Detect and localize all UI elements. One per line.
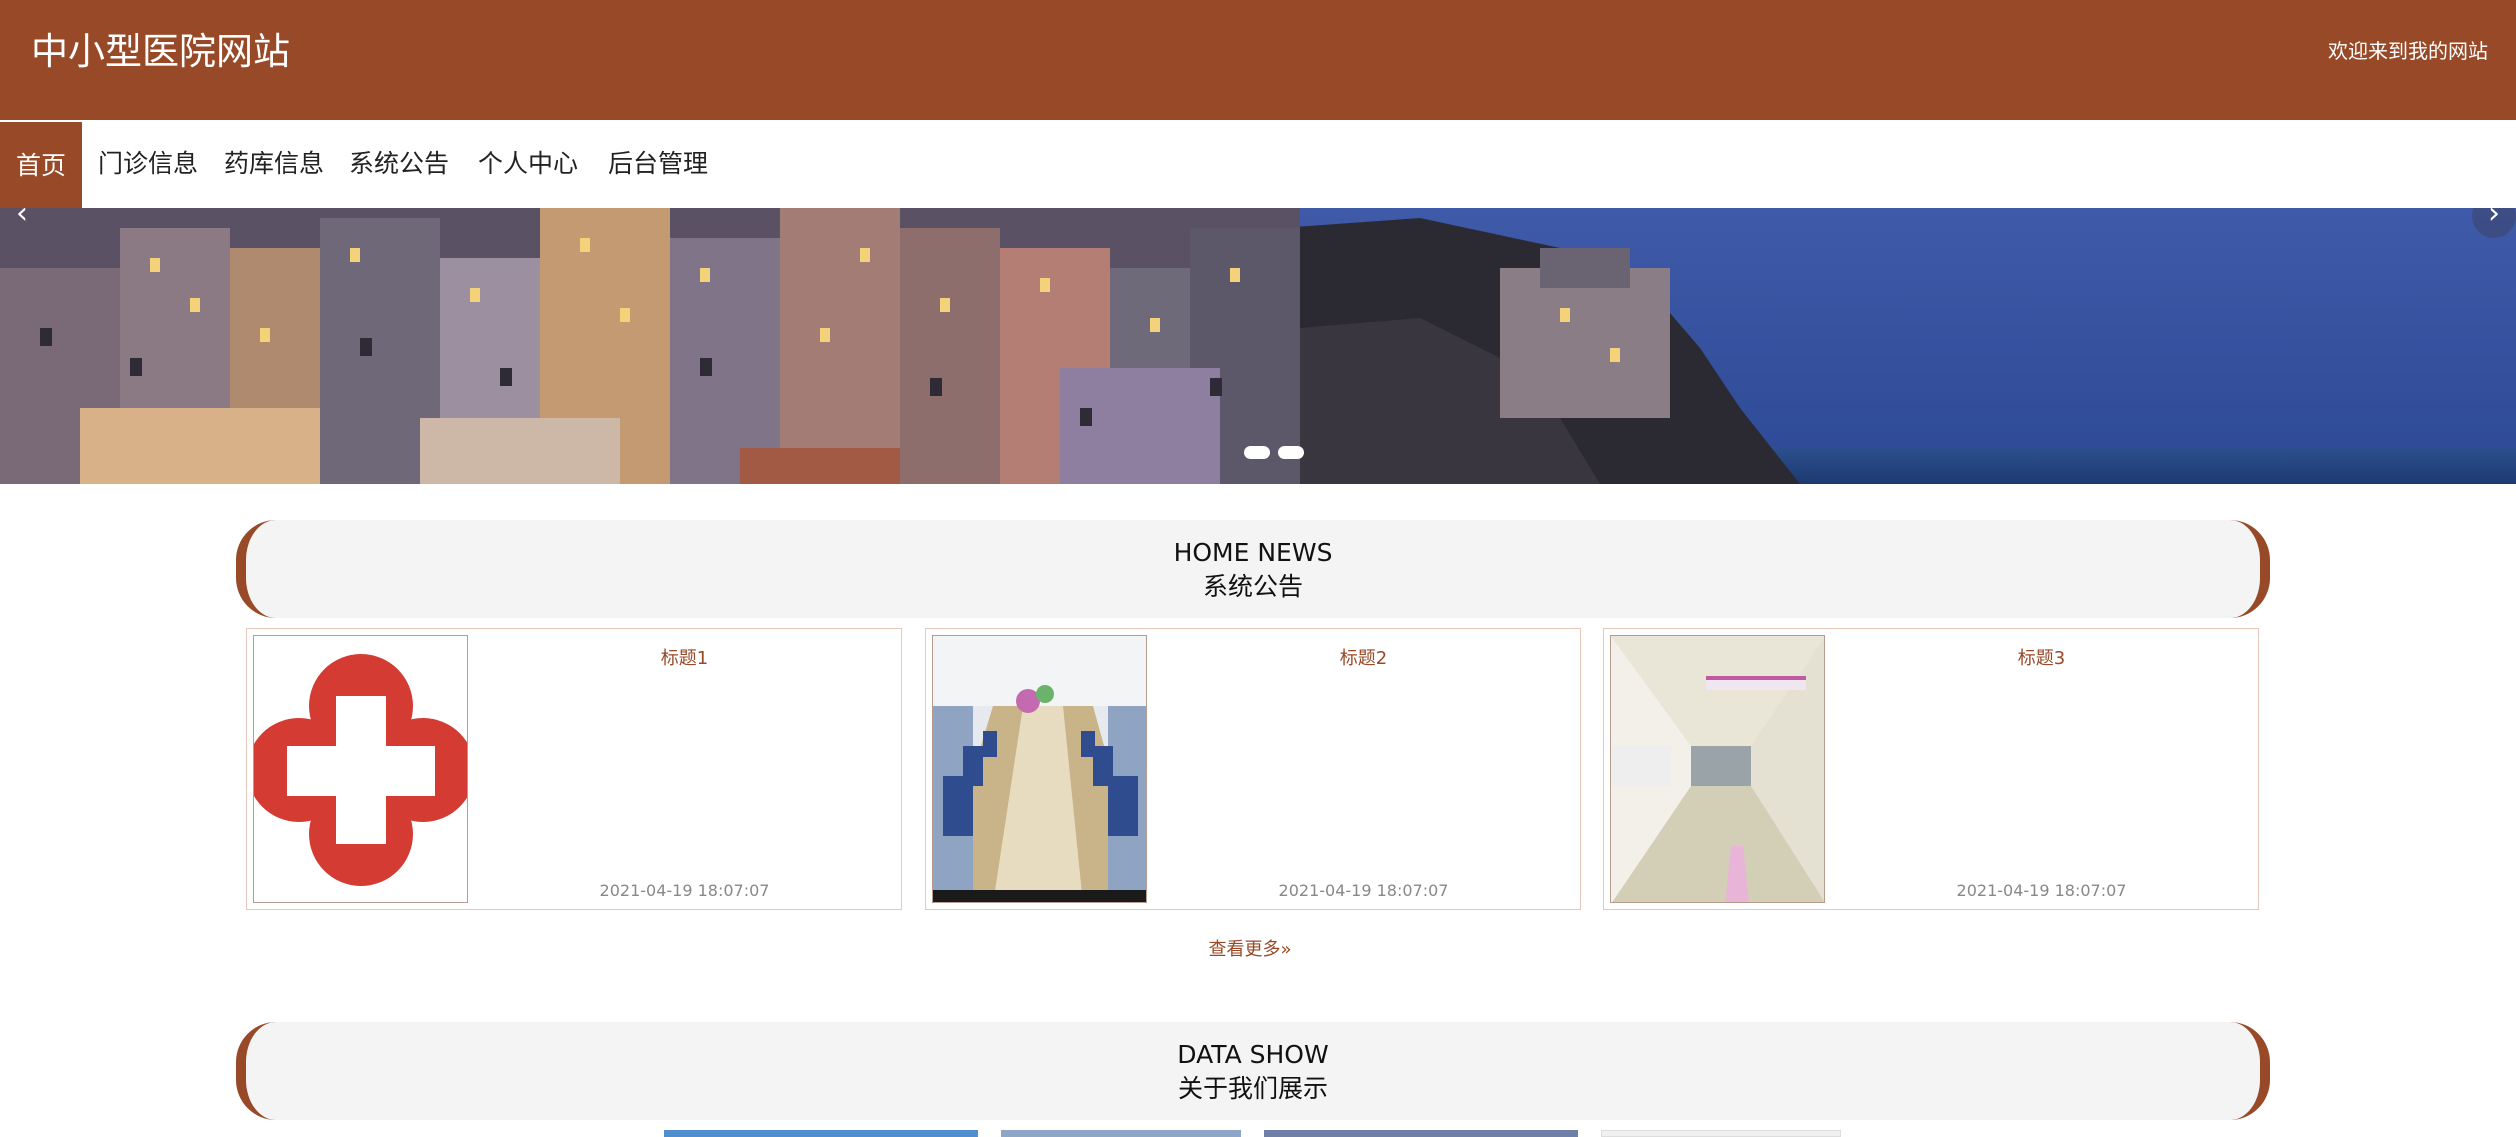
main-nav: 首页 门诊信息 药库信息 系统公告 个人中心 后台管理 [0, 120, 2516, 208]
news-card-title[interactable]: 标题1 [468, 644, 901, 670]
more-news-label: 查看更多 [1208, 939, 1281, 960]
double-chevron-right-icon: » [1280, 939, 1292, 960]
nav-item-personal-center[interactable]: 个人中心 [474, 120, 582, 208]
data-show-image[interactable] [1264, 1130, 1578, 1137]
nav-item-announcements[interactable]: 系统公告 [347, 120, 451, 208]
banner-image [0, 208, 2516, 484]
data-show-title-cn: 关于我们展示 [1177, 1074, 1328, 1103]
data-show-section-header: DATA SHOW 关于我们展示 [236, 1022, 2270, 1120]
news-card-title[interactable]: 标题2 [1147, 644, 1580, 670]
data-show-image[interactable] [1001, 1130, 1241, 1137]
news-card[interactable]: 标题1 2021-04-19 18:07:07 [246, 628, 902, 910]
news-card-date: 2021-04-19 18:07:07 [1278, 881, 1449, 900]
data-show-image[interactable] [664, 1130, 978, 1137]
chevron-left-icon: ‹ [16, 208, 28, 231]
infusion-room-photo [933, 636, 1146, 902]
news-card[interactable]: 标题3 2021-04-19 18:07:07 [1603, 628, 2259, 910]
banner-carousel[interactable]: ‹ › [0, 208, 2516, 484]
more-news-link[interactable]: 查看更多» [1150, 935, 1350, 961]
news-card-title[interactable]: 标题3 [1825, 644, 2258, 670]
banner-dot-2[interactable] [1278, 446, 1304, 459]
banner-dot-1[interactable] [1244, 446, 1270, 459]
chevron-right-icon: › [2488, 208, 2500, 231]
data-show-title-en: DATA SHOW [1177, 1040, 1329, 1069]
site-header: 中小型医院网站 欢迎来到我的网站 [0, 0, 2516, 120]
news-section-title-cn: 系统公告 [1202, 572, 1303, 601]
welcome-text: 欢迎来到我的网站 [2328, 39, 2488, 63]
news-card-image[interactable] [253, 635, 468, 903]
nav-item-outpatient[interactable]: 门诊信息 [96, 120, 200, 208]
red-cross-logo [254, 636, 467, 902]
news-card-date: 2021-04-19 18:07:07 [599, 881, 770, 900]
nav-item-home[interactable]: 首页 [0, 122, 82, 208]
data-show-image[interactable] [1601, 1130, 1841, 1137]
news-section-header: HOME NEWS 系统公告 [236, 520, 2270, 618]
news-card-image[interactable] [932, 635, 1147, 903]
site-title: 中小型医院网站 [31, 30, 290, 73]
nav-item-admin[interactable]: 后台管理 [604, 120, 712, 208]
hospital-corridor-photo [1611, 636, 1824, 902]
news-card[interactable]: 标题2 2021-04-19 18:07:07 [925, 628, 1581, 910]
news-card-date: 2021-04-19 18:07:07 [1956, 881, 2127, 900]
news-section-title-en: HOME NEWS [1173, 538, 1333, 567]
nav-item-pharmacy[interactable]: 药库信息 [222, 120, 326, 208]
news-card-image[interactable] [1610, 635, 1825, 903]
